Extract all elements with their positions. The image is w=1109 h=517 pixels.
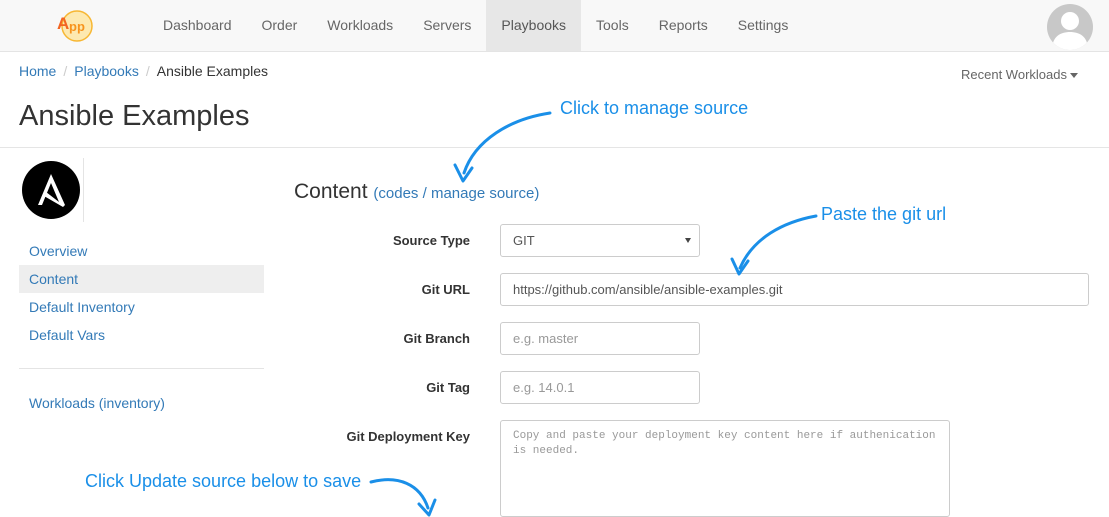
sidebar-item-content[interactable]: Content	[19, 265, 264, 293]
sidebar-nav: Overview Content Default Inventory Defau…	[19, 237, 264, 349]
git-tag-label: Git Tag	[426, 380, 470, 395]
app-logo-icon[interactable]: A pp	[54, 6, 96, 44]
git-tag-input[interactable]: e.g. 14.0.1	[500, 371, 700, 404]
nav-dashboard[interactable]: Dashboard	[148, 0, 247, 51]
breadcrumb-home[interactable]: Home	[19, 63, 56, 79]
sidebar-secondary: Workloads (inventory)	[19, 389, 264, 417]
recent-workloads-dropdown[interactable]: Recent Workloads	[961, 67, 1078, 82]
annotation-arrow-icon	[369, 478, 437, 517]
nav-reports[interactable]: Reports	[644, 0, 723, 51]
breadcrumb-separator: /	[145, 63, 150, 79]
source-type-value: GIT	[513, 233, 535, 248]
sidebar-item-overview[interactable]: Overview	[19, 237, 264, 265]
svg-text:pp: pp	[69, 19, 85, 34]
nav-settings[interactable]: Settings	[723, 0, 804, 51]
user-avatar[interactable]	[1047, 4, 1093, 50]
git-branch-input[interactable]: e.g. master	[500, 322, 700, 355]
deploy-key-textarea[interactable]: Copy and paste your deployment key conte…	[500, 420, 950, 517]
sidebar-divider	[19, 368, 264, 369]
nav-order[interactable]: Order	[247, 0, 313, 51]
page-title: Ansible Examples	[19, 100, 250, 132]
breadcrumb: Home / Playbooks / Ansible Examples	[19, 63, 268, 79]
sidebar-item-default-inventory[interactable]: Default Inventory	[19, 293, 264, 321]
breadcrumb-separator: /	[63, 63, 68, 79]
breadcrumb-current: Ansible Examples	[156, 63, 269, 79]
main-nav: Dashboard Order Workloads Servers Playbo…	[148, 0, 803, 51]
caret-down-icon	[1069, 73, 1078, 79]
sidebar-item-default-vars[interactable]: Default Vars	[19, 321, 264, 349]
manage-source-link[interactable]: manage source	[431, 185, 534, 202]
sidebar-item-workloads-inventory[interactable]: Workloads (inventory)	[19, 389, 264, 417]
git-branch-label: Git Branch	[403, 331, 470, 346]
source-type-select[interactable]: GIT	[500, 224, 700, 257]
deploy-key-label: Git Deployment Key	[346, 429, 470, 444]
user-avatar-icon	[1052, 12, 1088, 50]
playbook-logo-container	[19, 158, 84, 222]
source-type-label: Source Type	[392, 233, 470, 248]
git-url-label: Git URL	[421, 282, 470, 297]
annotation-manage-source: Click to manage source	[560, 98, 749, 118]
nav-workloads[interactable]: Workloads	[312, 0, 408, 51]
annotation-paste-git: Paste the git url	[821, 204, 947, 224]
svg-text:A: A	[57, 14, 69, 33]
codes-link[interactable]: codes	[378, 185, 418, 202]
recent-workloads-label: Recent Workloads	[961, 67, 1067, 82]
nav-tools[interactable]: Tools	[581, 0, 644, 51]
annotation-update-source: Click Update source below to save	[85, 471, 362, 491]
top-navbar: A pp Dashboard Order Workloads Servers P…	[0, 0, 1109, 52]
select-caret-icon	[685, 238, 691, 243]
content-title: Content	[294, 180, 368, 203]
annotation-arrow-icon	[730, 214, 818, 276]
link-separator: /	[418, 185, 431, 202]
nav-playbooks[interactable]: Playbooks	[486, 0, 582, 51]
paren-close: )	[534, 185, 540, 202]
nav-servers[interactable]: Servers	[408, 0, 486, 51]
ansible-logo-icon	[22, 161, 80, 219]
breadcrumb-playbooks[interactable]: Playbooks	[74, 63, 139, 79]
annotation-arrow-icon	[453, 111, 552, 183]
